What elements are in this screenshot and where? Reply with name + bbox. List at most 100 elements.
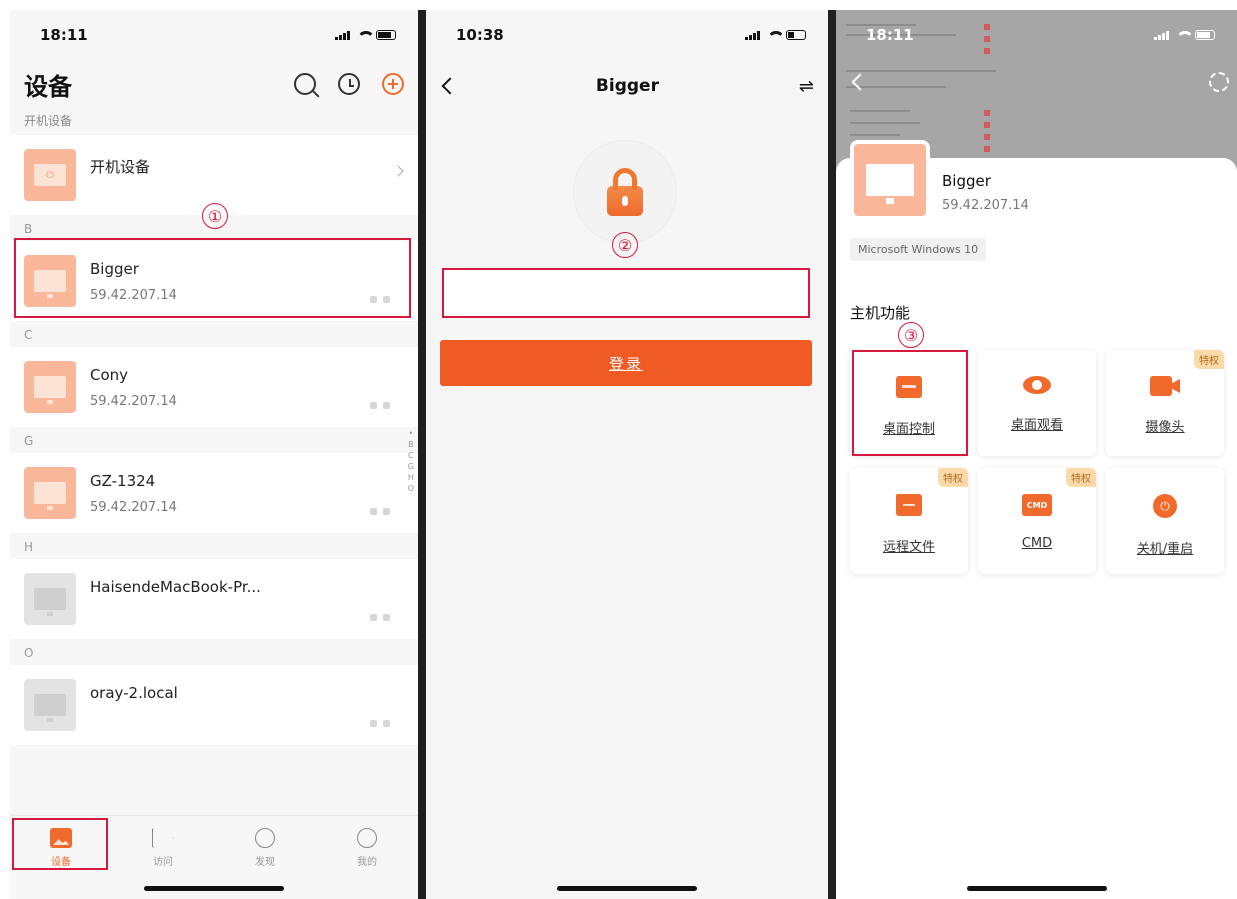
gear-icon[interactable]	[1209, 72, 1229, 92]
step-number-1: ①	[202, 203, 228, 229]
home-indicator	[557, 886, 697, 891]
device-ip: 59.42.207.14	[90, 393, 177, 409]
signal-icon	[745, 30, 760, 40]
section-header: O	[10, 639, 418, 665]
host-monitor-icon	[850, 140, 930, 220]
device-status-icons	[370, 508, 390, 515]
battery-icon	[376, 30, 396, 40]
device-status-icons	[370, 402, 390, 409]
device-row[interactable]: Cony 59.42.207.14	[10, 347, 418, 427]
history-icon[interactable]	[338, 73, 360, 95]
device-name: GZ-1324	[90, 471, 156, 490]
function-tile[interactable]: ⏻ 关机/重启	[1106, 468, 1224, 574]
device-row[interactable]: GZ-1324 59.42.207.14	[10, 453, 418, 533]
login-button[interactable]: 登录	[440, 340, 812, 386]
row-text: oray-2.local	[90, 684, 404, 727]
device-name: Cony	[90, 365, 129, 384]
nav-title: Bigger	[595, 76, 659, 96]
function-label: 远程文件	[882, 540, 935, 555]
status-time: 18:11	[40, 26, 88, 44]
device-name: oray-2.local	[90, 683, 178, 702]
device-ip	[90, 712, 404, 727]
index-letter[interactable]: O	[408, 483, 414, 494]
status-bar: 10:38	[426, 10, 828, 60]
device-row[interactable]: HaisendeMacBook-Pr...	[10, 559, 418, 639]
status-icons	[335, 30, 396, 40]
wifi-icon	[356, 30, 375, 40]
section-title: 主机功能	[850, 304, 911, 322]
index-letter[interactable]: G	[408, 461, 414, 472]
privilege-badge: 特权	[1194, 350, 1224, 369]
status-bar: 18:11	[836, 10, 1237, 60]
panel-divider	[418, 10, 426, 899]
host-ip: 59.42.207.14	[942, 198, 1029, 213]
profile-icon	[357, 828, 377, 848]
monitor-icon	[24, 679, 76, 731]
section-header: G	[10, 427, 418, 453]
function-tile[interactable]: 特权 CMD CMD	[978, 468, 1096, 574]
tab-mine[interactable]: 我的	[316, 816, 418, 899]
back-icon[interactable]	[441, 77, 459, 95]
step-number-2: ②	[612, 232, 638, 258]
tab-label: 我的	[357, 857, 377, 868]
device-ip	[90, 606, 404, 621]
function-tile[interactable]: 桌面观看	[978, 350, 1096, 456]
signal-icon	[335, 30, 350, 40]
compass-icon	[255, 828, 275, 848]
step-number-3: ③	[898, 322, 924, 348]
eye-icon	[1023, 376, 1051, 394]
tab-highlight	[12, 818, 108, 870]
device-list-screen: 18:11 设备 开机设备 ⏻ 开机设备 B Bigger 59.42.207.14…	[10, 10, 418, 899]
device-ip: 59.42.207.14	[90, 499, 177, 515]
header-actions	[294, 73, 404, 95]
row-name: 开机设备	[90, 157, 151, 176]
privilege-badge: 特权	[938, 468, 968, 487]
camera-icon	[1150, 376, 1180, 396]
status-icons	[745, 30, 806, 40]
host-name: Bigger	[942, 172, 991, 190]
status-icons	[1154, 30, 1215, 40]
device-status-icons	[370, 720, 390, 727]
home-indicator	[966, 886, 1107, 891]
privilege-badge: 特权	[1066, 468, 1096, 487]
wifi-icon	[1175, 30, 1194, 40]
status-bar: 18:11	[10, 10, 418, 60]
row-text: Cony 59.42.207.14	[90, 366, 404, 409]
panel-divider	[828, 10, 836, 899]
section-label-power-on: 开机设备	[24, 114, 73, 128]
folder-icon	[896, 494, 922, 516]
add-device-icon[interactable]	[382, 73, 404, 95]
function-label: 关机/重启	[1136, 542, 1194, 557]
alphabet-index[interactable]: • BCGHO	[408, 428, 414, 494]
power-device-icon: ⏻	[24, 149, 76, 201]
battery-icon	[1195, 30, 1215, 40]
page-header: 设备	[10, 60, 418, 108]
login-screen: 10:38 Bigger ⇌ ② 登录	[426, 10, 828, 899]
search-icon[interactable]	[294, 73, 316, 95]
monitor-icon	[24, 467, 76, 519]
device-name: HaisendeMacBook-Pr...	[90, 577, 261, 596]
index-letter[interactable]: B	[408, 439, 414, 450]
index-letter[interactable]: H	[408, 472, 414, 483]
monitor-icon	[24, 361, 76, 413]
visit-icon	[152, 828, 174, 848]
row-text: HaisendeMacBook-Pr...	[90, 578, 404, 621]
device-row[interactable]: oray-2.local	[10, 665, 418, 745]
function-label: 摄像头	[1145, 420, 1185, 435]
function-label: CMD	[1021, 536, 1053, 551]
password-input[interactable]	[442, 268, 810, 318]
function-label: 桌面观看	[1010, 418, 1063, 433]
function-tile[interactable]: 特权远程文件	[850, 468, 968, 574]
section-header: C	[10, 321, 418, 347]
wifi-icon	[766, 30, 785, 40]
step1-highlight	[14, 238, 411, 318]
cmd-icon: CMD	[1022, 494, 1052, 516]
tab-label: 访问	[153, 857, 173, 868]
index-letter[interactable]: C	[408, 450, 414, 461]
battery-icon	[786, 30, 806, 40]
row-text: 开机设备	[90, 158, 404, 177]
swap-icon[interactable]: ⇌	[799, 76, 814, 97]
function-tile[interactable]: 特权摄像头	[1106, 350, 1224, 456]
nav-bar: Bigger ⇌	[426, 60, 828, 112]
home-indicator	[144, 886, 284, 891]
